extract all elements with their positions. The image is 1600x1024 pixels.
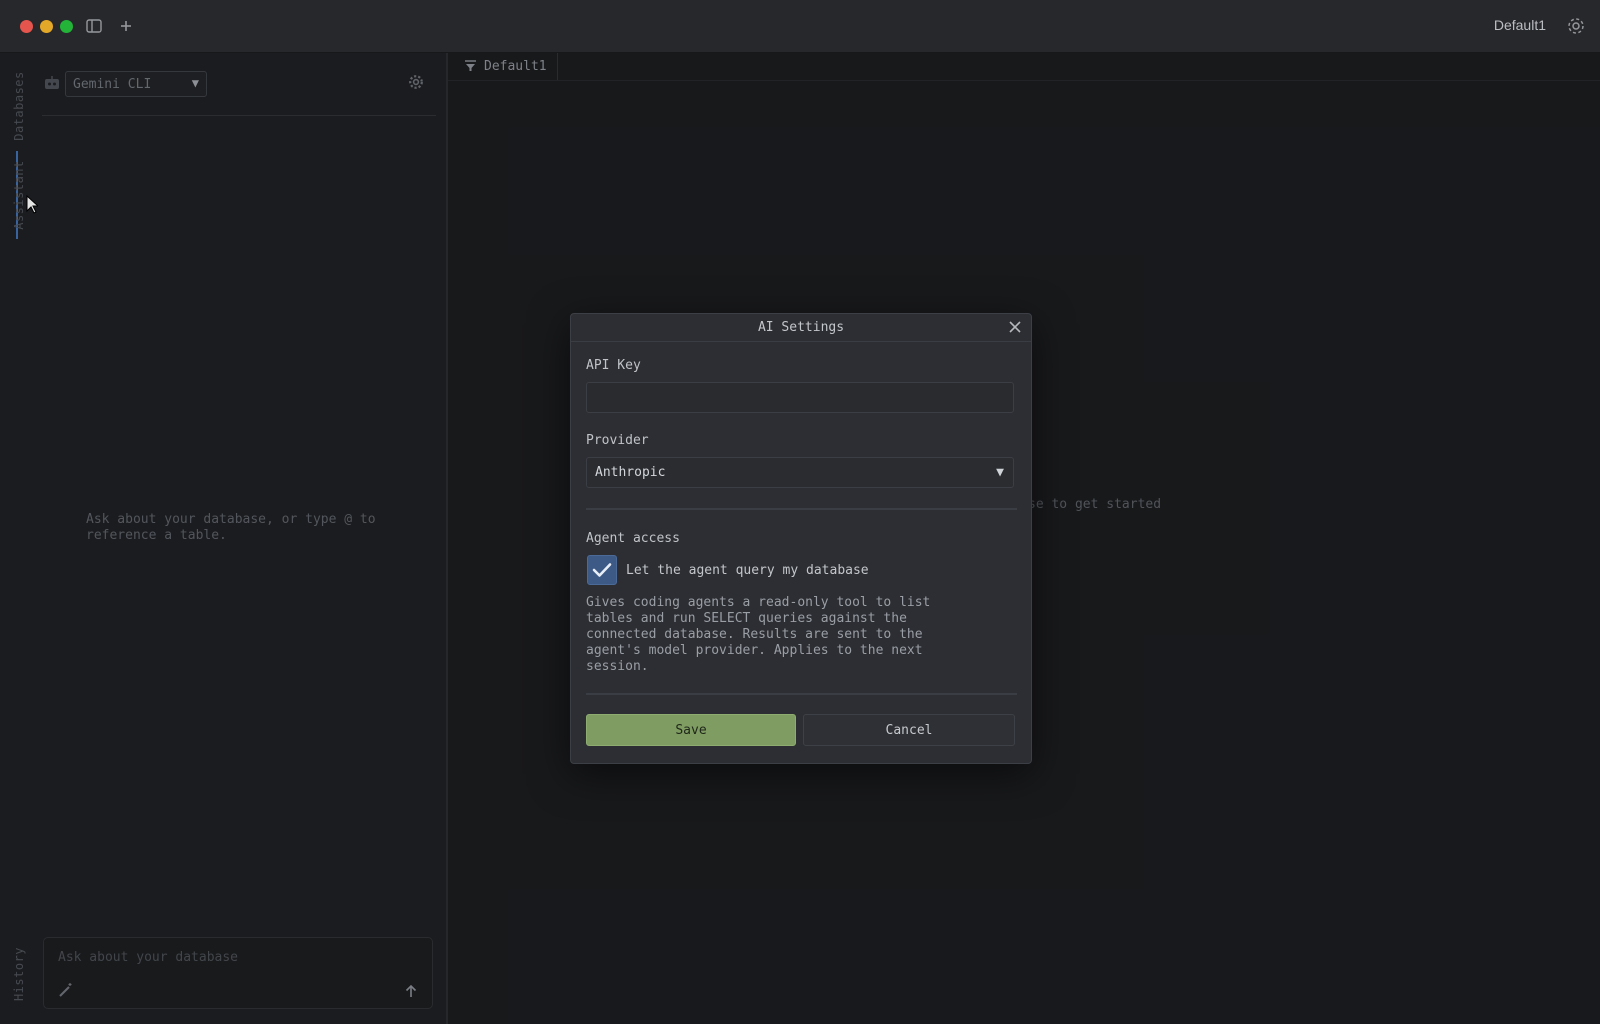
close-icon[interactable] (1007, 319, 1023, 335)
agent-access-label: Agent access (586, 531, 680, 546)
cancel-button[interactable]: Cancel (803, 714, 1015, 746)
chevron-down-icon: ▼ (996, 465, 1004, 480)
provider-select-value: Anthropic (595, 465, 666, 480)
ai-settings-dialog: AI Settings API Key Provider Anthropic ▼… (570, 313, 1032, 764)
api-key-label: API Key (586, 358, 641, 373)
provider-select[interactable]: Anthropic ▼ (586, 457, 1014, 488)
provider-label: Provider (586, 433, 649, 448)
agent-access-checkbox-label[interactable]: Let the agent query my database (626, 563, 869, 578)
agent-access-description: Gives coding agents a read-only tool to … (586, 595, 931, 674)
dialog-title: AI Settings (757, 320, 845, 335)
dialog-header: AI Settings (571, 314, 1031, 342)
api-key-input[interactable] (586, 382, 1014, 413)
save-button[interactable]: Save (586, 714, 796, 746)
section-divider (586, 693, 1017, 695)
section-divider (586, 508, 1017, 510)
agent-access-checkbox[interactable] (587, 555, 617, 585)
checkmark-icon (592, 563, 612, 577)
